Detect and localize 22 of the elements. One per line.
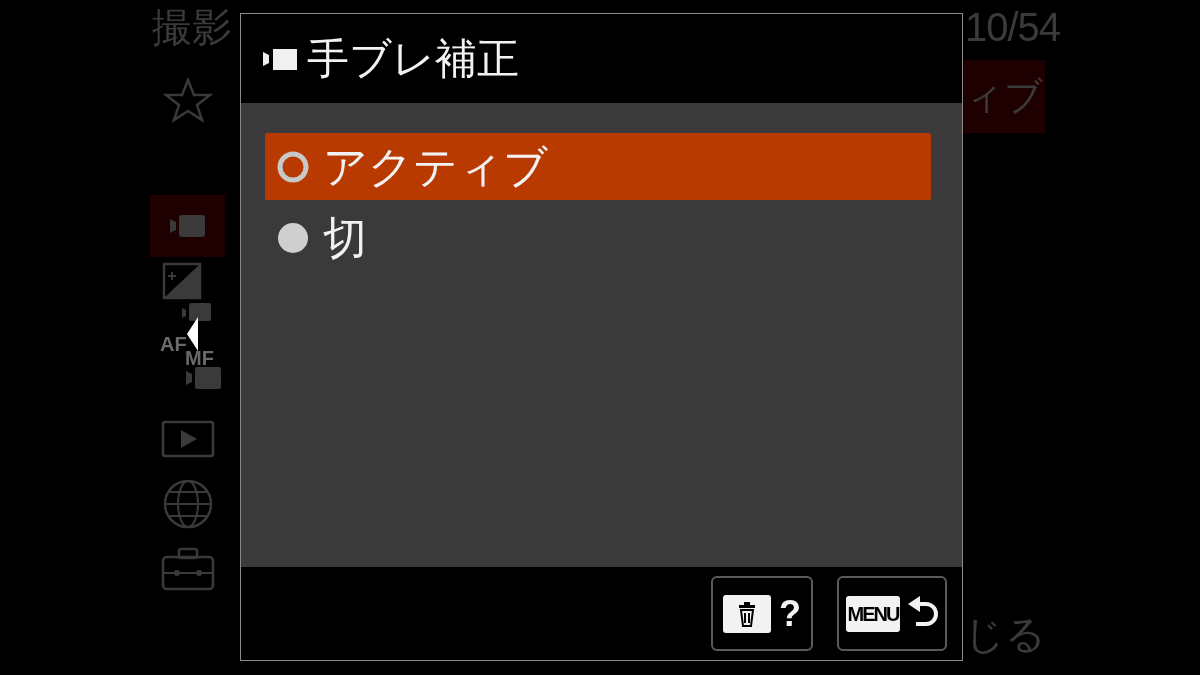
option-label: アクティブ (323, 140, 548, 193)
option-label: 切 (323, 211, 367, 264)
af-label: AF (160, 332, 187, 355)
breadcrumb-text: 撮影 (152, 4, 232, 51)
radio-selected-icon (277, 150, 309, 183)
page-counter: 10/54 (965, 4, 1061, 50)
option-row[interactable]: 切 (265, 204, 931, 271)
trash-key-icon (723, 594, 771, 633)
mf-label: MF (185, 347, 214, 371)
star-icon (162, 77, 213, 123)
toolbox-icon (160, 547, 215, 591)
delete-help-button[interactable]: ? (711, 576, 813, 651)
dialog-title: 手ブレ補正 (307, 33, 519, 84)
option-row[interactable]: アクティブ (265, 133, 931, 200)
caret-icon (187, 317, 199, 351)
menu-tab[interactable]: AF MF (150, 325, 225, 409)
close-label: じる (964, 611, 1046, 658)
globe-icon (161, 478, 214, 530)
radio-icon (277, 221, 309, 254)
current-value: ィブ (963, 60, 1045, 133)
playback-icon (160, 420, 215, 458)
back-button[interactable]: MENU (837, 576, 947, 651)
